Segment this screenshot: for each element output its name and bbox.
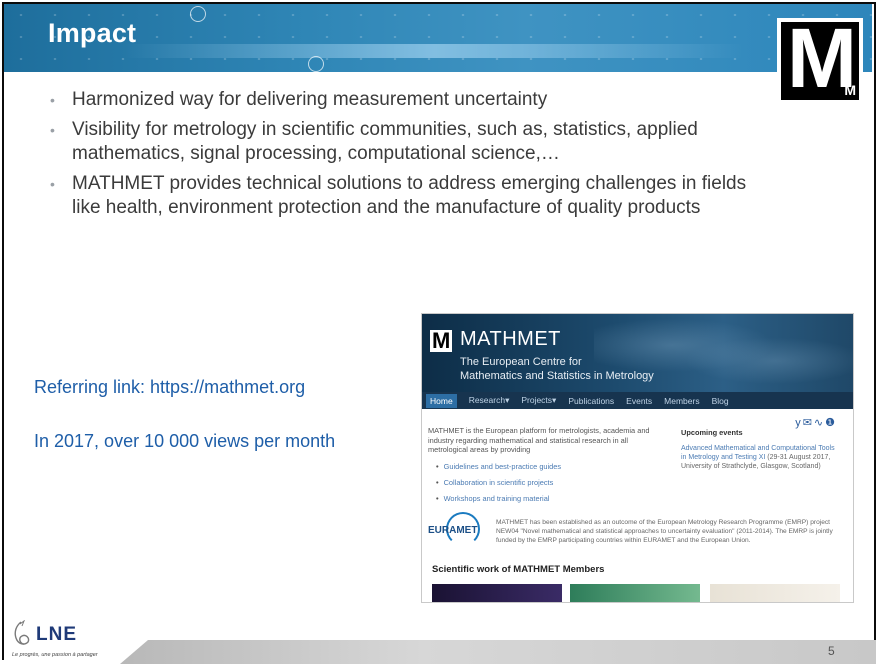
website-logo: M xyxy=(430,328,452,353)
nav-research[interactable]: Research▾ xyxy=(469,395,510,406)
lne-wordmark: LNE xyxy=(36,624,77,645)
website-subtitle-1: The European Centre for xyxy=(460,356,582,368)
mathmet-logo: M M xyxy=(777,16,863,104)
slide: Impact M M • Harmonized way for deliverin… xyxy=(0,0,880,664)
nav-events[interactable]: Events xyxy=(626,396,652,406)
website-screenshot: M MATHMET The European Centre for Mathem… xyxy=(421,313,854,603)
nav-publications[interactable]: Publications xyxy=(568,396,614,406)
nav-members[interactable]: Members xyxy=(664,396,699,406)
website-link-item[interactable]: • Workshops and training material xyxy=(436,494,549,503)
page-number: 5 xyxy=(828,644,835,658)
footer-bar xyxy=(120,640,876,664)
nav-home[interactable]: Home xyxy=(426,393,457,408)
events-heading: Upcoming events xyxy=(681,428,743,437)
nav-blog[interactable]: Blog xyxy=(712,396,729,406)
bullet-item: • Harmonized way for delivering measureme… xyxy=(50,89,548,110)
website-link-item[interactable]: • Collaboration in scientific projects xyxy=(436,478,553,487)
lne-tagline: Le progrès, une passion à partager xyxy=(12,652,98,658)
lne-logo: LNE Le progrès, une passion à partager xyxy=(10,620,120,660)
referring-link[interactable]: Referring link: https://mathmet.org xyxy=(34,377,305,398)
bullet-item: • Visibility for metrology in scientific … xyxy=(50,119,698,164)
thumbnail-image[interactable] xyxy=(432,584,562,602)
views-statistic: In 2017, over 10 000 views per month xyxy=(34,431,336,451)
website-link-item[interactable]: • Guidelines and best-practice guides xyxy=(436,462,561,471)
website-brand: MATHMET xyxy=(460,328,561,350)
thumbnail-image[interactable] xyxy=(710,584,840,602)
lne-emblem-icon xyxy=(14,620,30,645)
nav-projects[interactable]: Projects▾ xyxy=(521,395,556,406)
euramet-text: MATHMET has been established as an outco… xyxy=(496,519,833,544)
thumbnail-image[interactable] xyxy=(570,584,700,602)
slide-title: Impact xyxy=(48,18,137,48)
bullet-dot-icon: • xyxy=(50,92,55,108)
bullet-dot-icon: • xyxy=(50,176,55,192)
bullet-item: • MATHMET provides technical solutions to… xyxy=(50,173,747,218)
bullet-dot-icon: • xyxy=(50,122,55,138)
event-item[interactable]: Advanced Mathematical and Computational … xyxy=(681,444,841,471)
website-subtitle-2: Mathematics and Statistics in Metrology xyxy=(460,370,654,382)
website-intro: MATHMET is the European platform for met… xyxy=(428,426,650,454)
euramet-logo: EURAMET xyxy=(428,512,490,546)
website-nav: Home Research▾ Projects▾ Publications Ev… xyxy=(422,392,853,409)
logo-small-letter: M xyxy=(844,82,856,98)
bullet-list: • Harmonized way for delivering measureme… xyxy=(46,88,766,226)
section-heading: Scientific work of MATHMET Members xyxy=(432,564,605,575)
social-icons[interactable]: y✉∿❶ xyxy=(795,416,837,429)
